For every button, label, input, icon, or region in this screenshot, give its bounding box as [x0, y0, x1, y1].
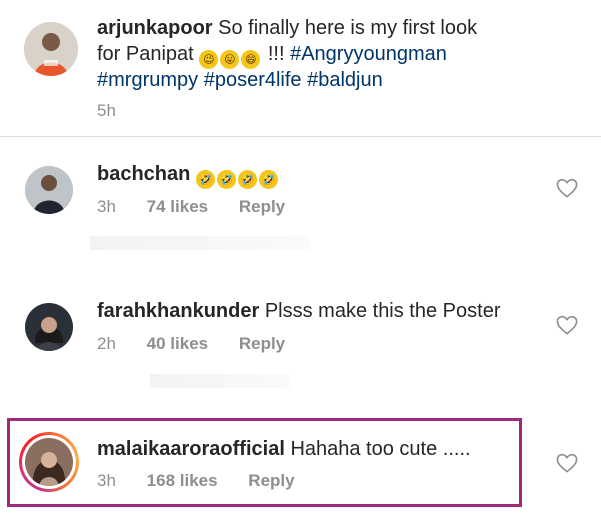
comment-username[interactable]: malaikaaroraofficial — [97, 438, 285, 460]
rolling-laughing-emoji-icon: 🤣 — [216, 170, 236, 189]
comment-likes[interactable]: 74 likes — [147, 197, 208, 216]
comment-meta: 3h 74 likes Reply — [97, 197, 285, 217]
comment-likes[interactable]: 168 likes — [147, 471, 218, 490]
avatar-farahkhankunder[interactable] — [25, 303, 73, 351]
comment-username[interactable]: farahkhankunder — [97, 300, 259, 322]
rolling-laughing-emoji-icon: 🤣 — [237, 170, 257, 189]
collapsed-replies-placeholder — [150, 374, 290, 388]
rolling-laughing-emoji-icon: 🤣 — [195, 170, 215, 189]
caption-line-2: for Panipat 😉 😛 😄 !!! #Angryyoungman — [97, 41, 447, 69]
caption-text-2: for Panipat — [97, 43, 194, 65]
caption-text-1: So finally here is my first look — [218, 17, 478, 39]
reply-button[interactable]: Reply — [248, 471, 294, 490]
hashtag-link[interactable]: #mrgrumpy — [97, 69, 198, 91]
comment-text: Hahaha too cute ..... — [290, 438, 471, 460]
comment-time: 2h — [97, 334, 116, 353]
comment-meta: 3h 168 likes Reply — [97, 471, 295, 491]
caption-time: 5h — [97, 101, 116, 120]
reply-button[interactable]: Reply — [239, 197, 285, 216]
heart-outline-icon[interactable] — [556, 178, 578, 198]
avatar-malaikaaroraofficial[interactable] — [25, 438, 73, 486]
comment-username[interactable]: bachchan — [97, 163, 190, 185]
hashtag-link[interactable]: #poser4life — [204, 69, 302, 91]
comment-time: 3h — [97, 197, 116, 216]
heart-outline-icon[interactable] — [556, 453, 578, 473]
story-ring[interactable] — [19, 432, 79, 492]
comment-line: malaikaaroraofficial Hahaha too cute ...… — [97, 436, 471, 462]
caption-line-1: arjunkapoor So finally here is my first … — [97, 15, 477, 41]
avatar-arjunkapoor[interactable] — [24, 22, 78, 76]
heart-outline-icon[interactable] — [556, 315, 578, 335]
comment-text: Plsss make this the Poster — [264, 300, 501, 322]
comment-meta: 2h 40 likes Reply — [97, 334, 285, 354]
comment-likes[interactable]: 40 likes — [147, 334, 208, 353]
caption-username[interactable]: arjunkapoor — [97, 17, 213, 39]
divider — [0, 136, 601, 137]
avatar-bachchan[interactable] — [25, 166, 73, 214]
highlight-annotation — [7, 418, 522, 507]
caption-exclaim: !!! — [267, 43, 285, 65]
rolling-laughing-emoji-icon: 🤣 — [258, 170, 278, 189]
comment-line: farahkhankunder Plsss make this the Post… — [97, 298, 500, 324]
hashtag-link[interactable]: #baldjun — [307, 69, 383, 91]
caption-line-3: #mrgrumpy #poser4life #baldjun — [97, 67, 383, 93]
hashtag-link[interactable]: #Angryyoungman — [290, 43, 447, 65]
reply-button[interactable]: Reply — [239, 334, 285, 353]
comment-line: bachchan 🤣 🤣 🤣 🤣 — [97, 161, 280, 189]
comment-time: 3h — [97, 471, 116, 490]
collapsed-replies-placeholder — [90, 236, 310, 250]
post-caption: arjunkapoor So finally here is my first … — [0, 0, 601, 136]
